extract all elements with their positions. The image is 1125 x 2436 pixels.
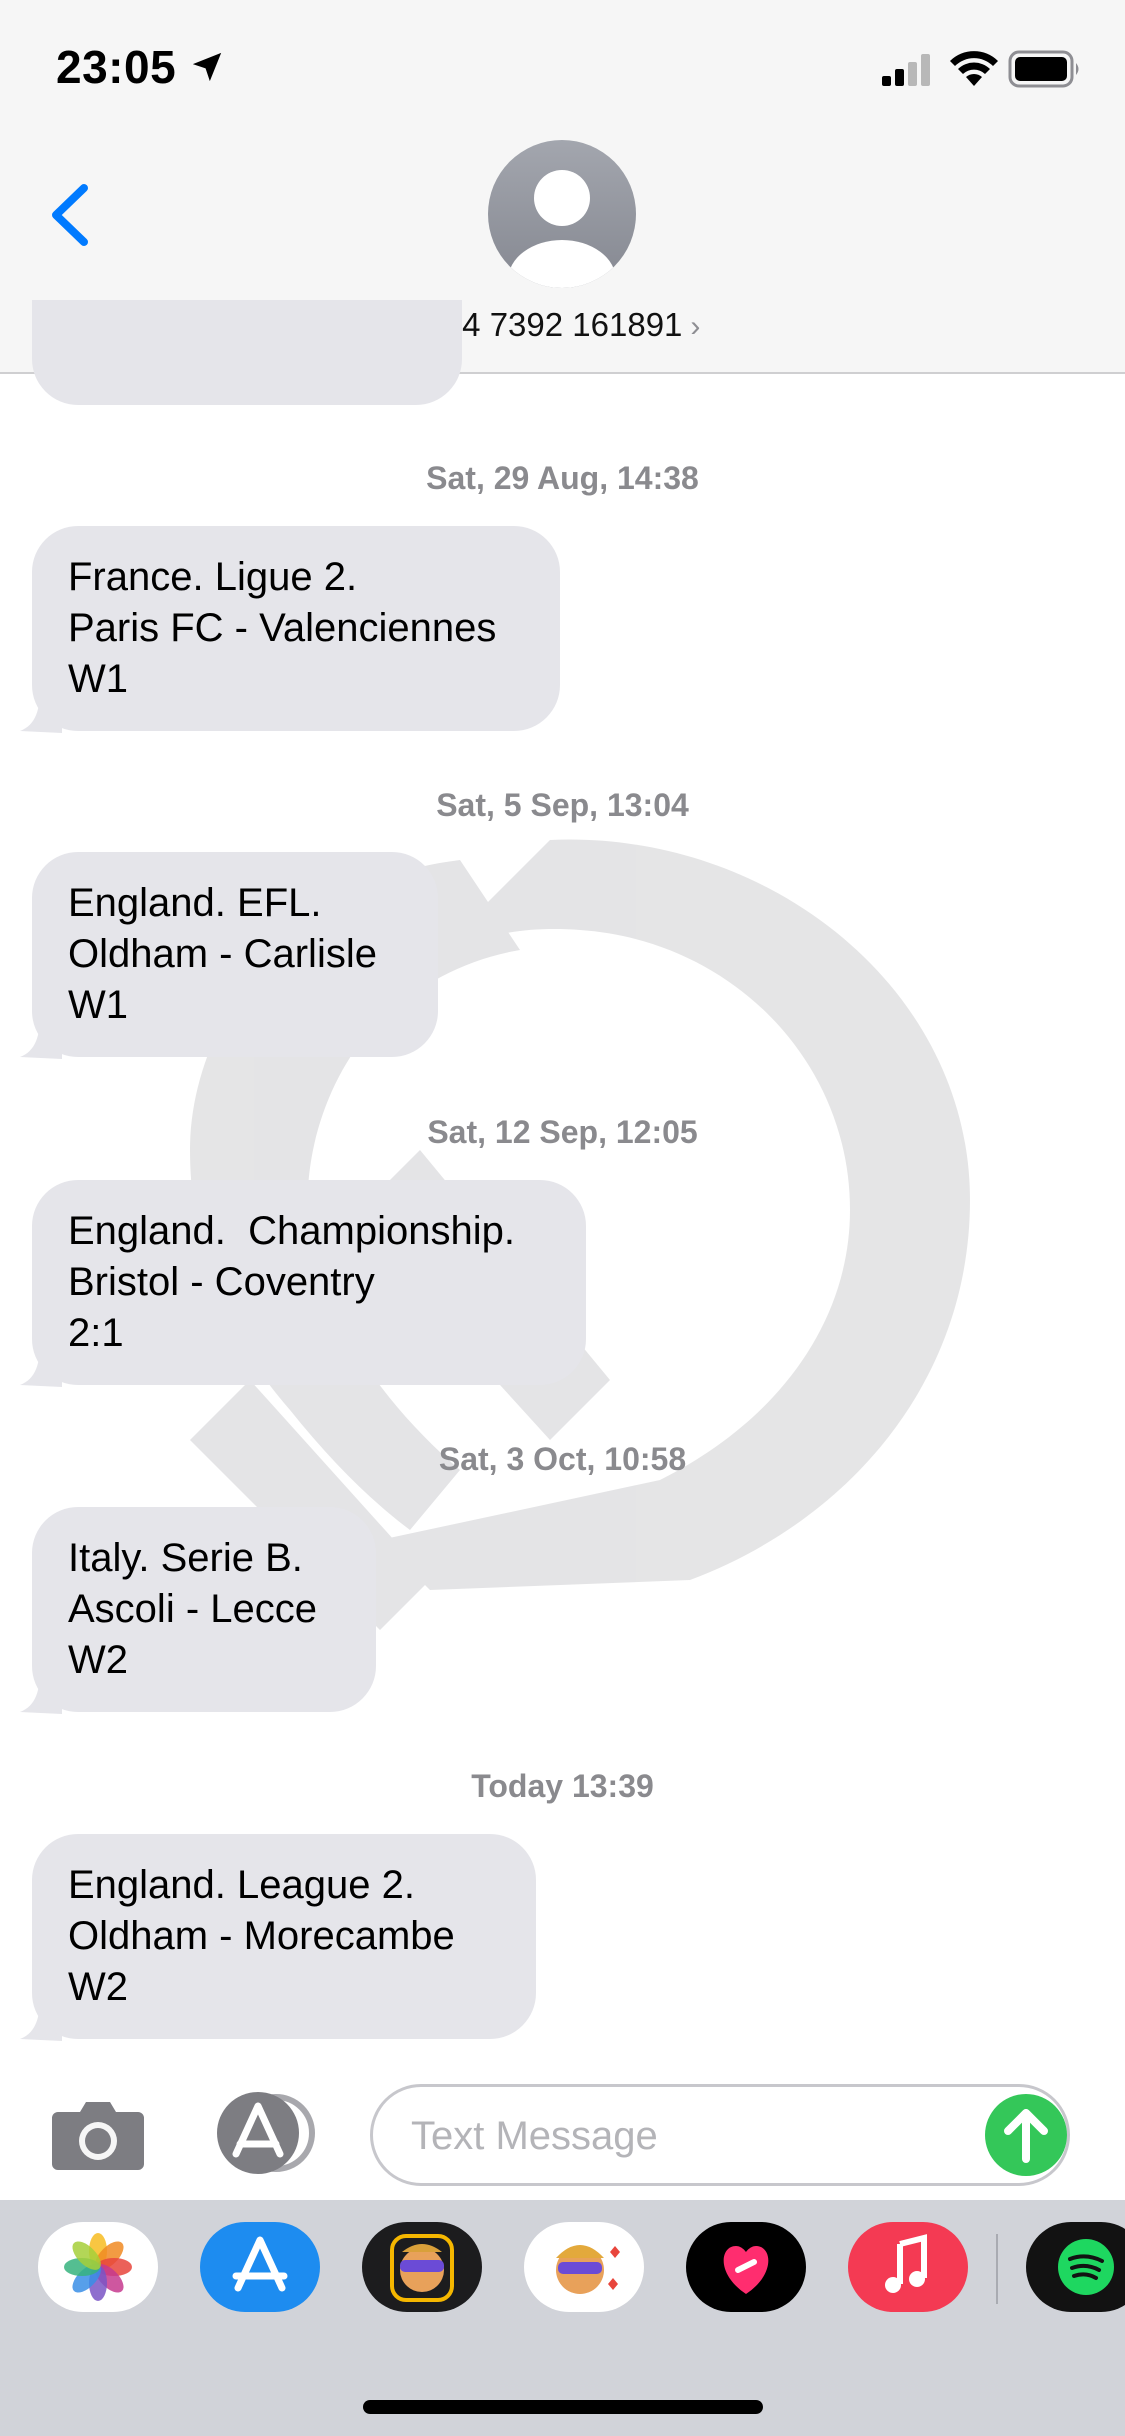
contact-chevron-icon[interactable]: › [690,310,700,343]
message-bubble[interactable]: France. Ligue 2. Paris FC - Valenciennes… [20,526,560,733]
message-line: Italy. Serie B. [68,1536,303,1580]
cellular-signal-icon [882,54,930,86]
message-line: Bristol - Coventry [68,1260,375,1304]
message-bubble[interactable]: England. Championship. Bristol - Coventr… [20,1180,586,1387]
contact-avatar[interactable] [488,140,636,288]
camera-icon[interactable] [50,2098,146,2172]
message-line: 2:1 [68,1311,124,1355]
app-store-drawer-icon[interactable] [210,2092,320,2174]
wifi-icon [950,51,998,86]
message-line: Paris FC - Valenciennes [68,606,497,650]
contact-number[interactable]: +44 7392 161891 [425,306,683,343]
message-timestamp: Sat, 29 Aug, 14:38 [426,460,699,496]
message-timestamp: Sat, 12 Sep, 12:05 [427,1114,698,1150]
message-line: France. Ligue 2. [68,555,358,599]
message-line: Ascoli - Lecce [68,1587,317,1631]
music-icon[interactable] [848,2222,968,2312]
memoji-stickers-icon[interactable] [362,2222,482,2312]
send-button[interactable] [985,2094,1067,2176]
app-store-icon[interactable] [200,2222,320,2312]
back-chevron-icon[interactable] [40,180,100,250]
photos-icon[interactable] [38,2222,158,2312]
location-arrow-icon [192,52,222,82]
message-input-container[interactable] [370,2084,1070,2186]
message-line: W1 [68,983,128,1027]
drawer-divider [996,2234,998,2304]
message-line: England. League 2. [68,1863,415,1907]
message-bubble[interactable]: Italy. Serie B. Ascoli - Lecce W2 [20,1507,376,1714]
send-arrow-icon [1004,2109,1048,2163]
message-timestamp: Sat, 3 Oct, 10:58 [438,1441,687,1477]
battery-icon [1008,50,1079,88]
message-line: England. Championship. [68,1209,515,1253]
message-line: Oldham - Carlisle [68,932,377,976]
home-indicator[interactable] [363,2400,763,2414]
message-line: England. EFL. [68,881,322,925]
message-line: W2 [68,1638,128,1682]
animoji-icon[interactable] [524,2222,644,2312]
message-line: W1 [68,657,128,701]
imessage-app-drawer [0,2200,1125,2436]
message-input[interactable] [409,2105,973,2167]
message-bubble[interactable]: England. EFL. Oldham - Carlisle W1 [20,852,438,1059]
spotify-icon[interactable] [1026,2222,1125,2312]
message-line: Oldham - Morecambe [68,1914,455,1958]
message-bubble[interactable]: England. League 2. Oldham - Morecambe W2 [20,1834,536,2041]
partial-message-bubble [32,300,462,405]
message-line: W2 [68,1965,128,2009]
message-timestamp: Sat, 5 Sep, 13:04 [436,787,689,823]
digital-touch-icon[interactable] [686,2222,806,2312]
status-time: 23:05 [56,41,177,93]
message-timestamp: Today 13:39 [471,1768,654,1804]
